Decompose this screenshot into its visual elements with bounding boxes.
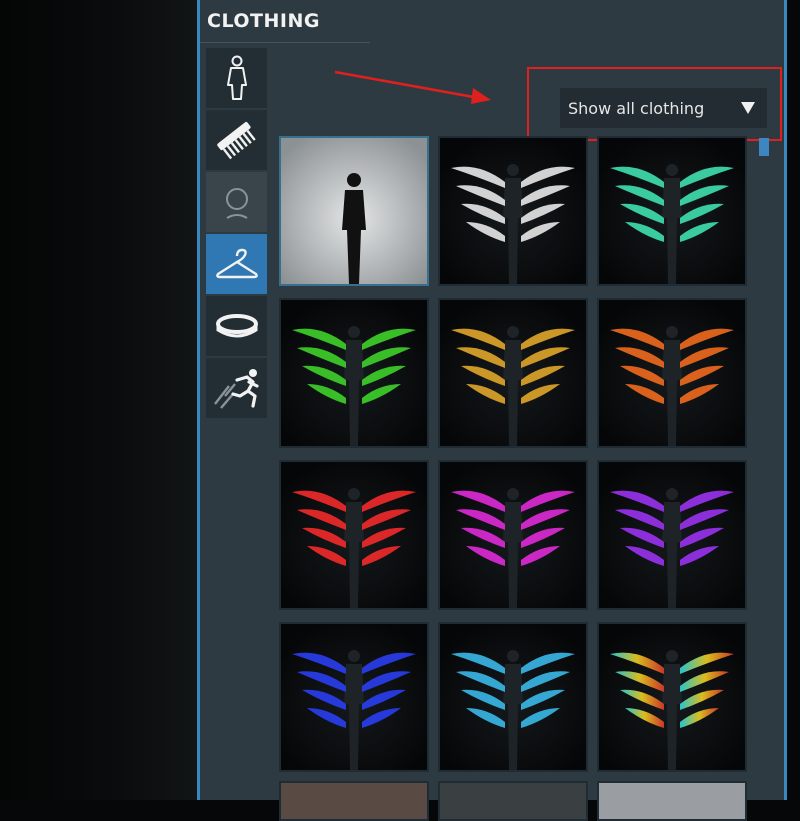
item-tile[interactable] — [597, 460, 747, 610]
tab-face[interactable] — [206, 172, 267, 232]
item-tile[interactable] — [597, 136, 747, 286]
item-tile[interactable] — [597, 622, 747, 772]
blue-wings-thumbnail — [281, 624, 427, 770]
item-tile[interactable] — [597, 781, 747, 821]
annotation-arrow — [334, 70, 491, 104]
clothes-hanger-icon — [215, 248, 258, 279]
item-tile[interactable] — [279, 136, 429, 286]
category-tabs — [206, 48, 269, 420]
item-tile[interactable] — [438, 622, 588, 772]
item-tile[interactable] — [279, 781, 429, 821]
running-figure-icon — [213, 369, 259, 409]
background-scene — [0, 0, 197, 800]
tab-body[interactable] — [206, 48, 267, 108]
item-tile[interactable] — [438, 136, 588, 286]
panel-title: CLOTHING — [207, 10, 320, 32]
tab-hair[interactable] — [206, 110, 267, 170]
tab-animations[interactable] — [206, 358, 267, 418]
mannequin-thumbnail — [281, 138, 427, 284]
title-divider — [200, 42, 370, 43]
ring-icon — [215, 314, 258, 338]
item-tile[interactable] — [438, 781, 588, 821]
item-tile[interactable] — [279, 298, 429, 448]
tab-clothing[interactable] — [206, 234, 267, 294]
green-wings-thumbnail — [281, 300, 427, 446]
face-outline-icon — [225, 188, 248, 219]
tab-accessories[interactable] — [206, 296, 267, 356]
cyan-wings-thumbnail — [440, 624, 586, 770]
item-tile[interactable] — [279, 622, 429, 772]
body-figure-icon — [226, 55, 247, 100]
gold-wings-thumbnail — [440, 300, 586, 446]
item-tile[interactable] — [279, 460, 429, 610]
red-wings-thumbnail — [281, 462, 427, 608]
item-tile[interactable] — [438, 298, 588, 448]
item-tile[interactable] — [438, 460, 588, 610]
comb-icon — [216, 122, 256, 160]
white-wings-thumbnail — [440, 138, 586, 284]
item-tile[interactable] — [597, 298, 747, 448]
magenta-wings-thumbnail — [440, 462, 586, 608]
scrollbar-thumb[interactable] — [759, 138, 769, 156]
annotation-highlight-box — [527, 67, 782, 141]
purple-wings-thumbnail — [599, 462, 745, 608]
orange-wings-thumbnail — [599, 300, 745, 446]
mint-wings-thumbnail — [599, 138, 745, 284]
rainbow-wings-thumbnail — [599, 624, 745, 770]
